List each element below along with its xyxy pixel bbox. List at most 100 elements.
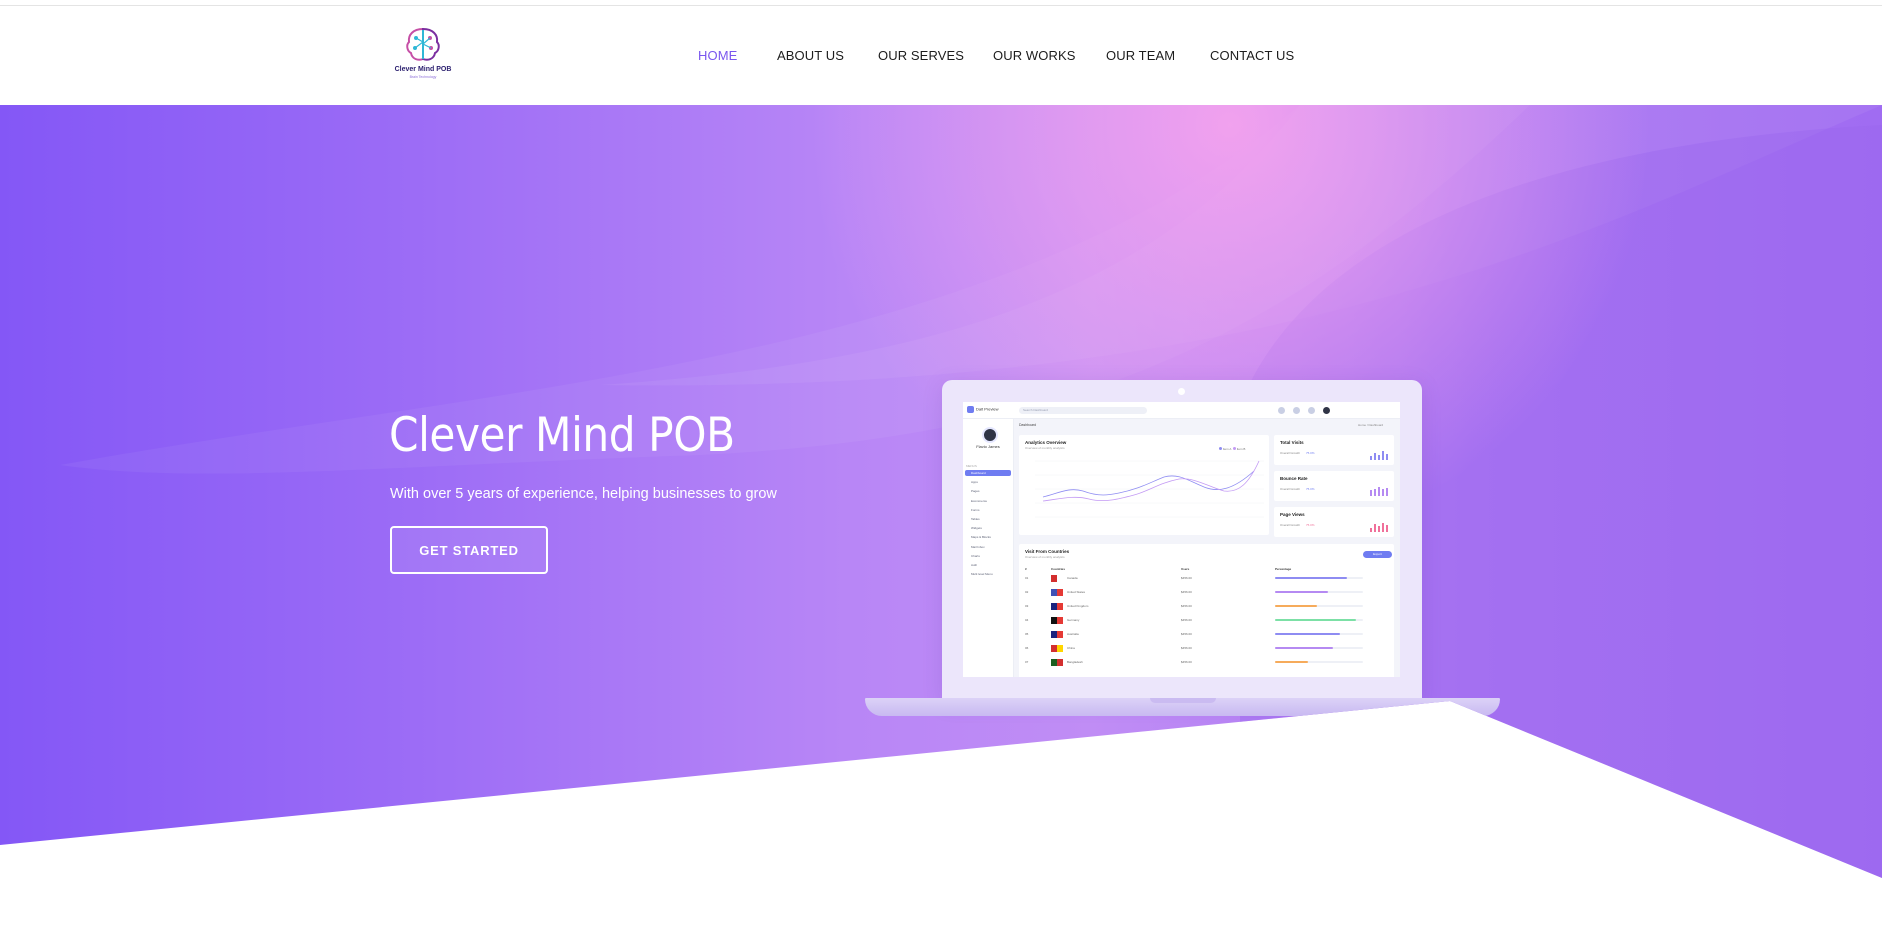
row-country: China (1067, 646, 1075, 650)
camera-icon (1178, 388, 1185, 395)
analytics-line-chart (1035, 460, 1264, 518)
dashboard-menu-item: Widgets (971, 526, 982, 531)
flag-icon (1051, 659, 1063, 666)
dashboard-menu-item: Ecommerce (971, 498, 988, 503)
dashboard-logo-icon (967, 406, 974, 413)
row-users: $456.00 (1181, 646, 1192, 650)
brain-logo-icon (406, 27, 440, 61)
row-progress-fill (1275, 661, 1309, 663)
dashboard-menu-item: Charts (971, 553, 980, 558)
dashboard-search: Search Dashboard (1019, 407, 1147, 414)
flag-icon (1051, 589, 1063, 596)
nav-our-team[interactable]: OUR TEAM (1106, 48, 1175, 63)
row-progress-fill (1275, 647, 1334, 649)
dashboard-topbar: Dalt Preview Search Dashboard (963, 402, 1400, 419)
flag-icon (1051, 617, 1063, 624)
nav-our-serves[interactable]: OUR SERVES (878, 48, 964, 63)
row-progress (1275, 619, 1363, 621)
dashboard-menu-item: Forms (971, 507, 980, 512)
analytics-subtitle: Overview of monthly analytics (1025, 446, 1065, 450)
row-users: $456.00 (1181, 618, 1192, 622)
dashboard-menu-item: Maps & Blocks (971, 535, 991, 540)
flag-icon (1051, 603, 1063, 610)
brand-tagline: Brain Technology (409, 75, 437, 79)
row-country: Canada (1067, 576, 1078, 580)
countries-subtitle: Overview of monthly analytics (1025, 555, 1065, 559)
bar-sparkline-icon (1370, 451, 1388, 460)
site-header: Clever Mind POB Brain Technology HOME AB… (0, 6, 1882, 105)
stat-card-visits: Total Visits Overall Growth 75.0% (1274, 435, 1394, 465)
analytics-card: Analytics Overview Overview of monthly a… (1019, 435, 1269, 535)
flag-icon (1051, 575, 1063, 582)
row-progress (1275, 647, 1363, 649)
brand-name: Clever Mind POB (394, 66, 452, 73)
message-icon (1293, 407, 1300, 414)
row-progress-fill (1275, 633, 1341, 635)
laptop-notch (1150, 698, 1216, 703)
user-avatar (982, 427, 998, 443)
dashboard-menu-item: Auth (971, 563, 978, 567)
dashboard-sidebar: Flavio James MENUS Dashboard Apps Pages Eco… (963, 419, 1014, 677)
nav-contact-us[interactable]: CONTACT US (1210, 48, 1294, 63)
dashboard-breadcrumb: Dashboard (1019, 423, 1037, 427)
row-number: 02 (1025, 590, 1029, 594)
row-progress (1275, 577, 1363, 579)
menu-label: MENUS (966, 464, 977, 468)
hero-title: Clever Mind POB (389, 408, 735, 463)
row-country: Australia (1067, 632, 1079, 636)
laptop-mockup: Dalt Preview Search Dashboard Flavio Jam… (865, 380, 1500, 720)
row-number: 03 (1025, 604, 1029, 608)
row-progress-fill (1275, 619, 1356, 621)
user-name: Flavio James (976, 444, 1000, 449)
cart-icon (1308, 407, 1315, 414)
row-number: 05 (1025, 632, 1029, 636)
bar-sparkline-icon (1370, 523, 1388, 532)
dashboard-brand: Dalt Preview (976, 406, 999, 412)
nav-home[interactable]: HOME (698, 48, 737, 63)
get-started-button[interactable]: GET STARTED (390, 526, 548, 574)
row-country: Germany (1067, 618, 1080, 622)
row-progress-fill (1275, 605, 1318, 607)
analytics-title: Analytics Overview (1025, 440, 1067, 445)
bell-icon (1278, 407, 1285, 414)
row-number: 01 (1025, 576, 1029, 580)
row-progress-fill (1275, 577, 1348, 579)
avatar-icon (1323, 407, 1330, 414)
row-country: Bangladesh (1067, 660, 1083, 664)
dashboard-breadcrumb-right: Home / Dashboard (1358, 423, 1384, 427)
row-number: 07 (1025, 660, 1029, 664)
legend-a: Item A (1222, 447, 1232, 451)
row-progress (1275, 591, 1363, 593)
hero-section: Clever Mind POB With over 5 years of exp… (0, 105, 1882, 878)
row-progress (1275, 633, 1363, 635)
legend-b: Item B (1236, 447, 1246, 451)
dashboard-menu-item: Mail Inbox (971, 544, 985, 549)
brand-logo[interactable]: Clever Mind POB Brain Technology (393, 26, 453, 82)
dashboard-menu-item: Dashboard (965, 470, 1011, 476)
hero-subtitle: With over 5 years of experience, helping… (390, 486, 777, 502)
row-progress-fill (1275, 591, 1328, 593)
laptop-lid: Dalt Preview Search Dashboard Flavio Jam… (942, 380, 1422, 700)
row-country: United Kingdom (1067, 604, 1089, 608)
row-users: $456.00 (1181, 590, 1192, 594)
stat-card-pageviews: Page Views Overall Growth 75.0% (1274, 507, 1394, 537)
export-button: Export (1363, 551, 1392, 558)
dashboard-menu-item: Multi level Menu (971, 572, 993, 577)
row-users: $456.00 (1181, 660, 1192, 664)
stat-card-bounce: Bounce Rate Overall Growth 75.0% (1274, 471, 1394, 501)
countries-card: Visit From Countries Overview of monthly… (1019, 544, 1394, 677)
bar-sparkline-icon (1370, 487, 1388, 496)
flag-icon (1051, 631, 1063, 638)
dashboard-menu-item: Apps (971, 480, 978, 485)
row-number: 06 (1025, 646, 1029, 650)
nav-about-us[interactable]: ABOUT US (777, 48, 844, 63)
countries-title: Visit From Countries (1025, 549, 1070, 554)
laptop-base (865, 698, 1500, 716)
dashboard-menu-item: Pages (971, 489, 980, 494)
row-country: United States (1067, 590, 1086, 594)
row-users: $456.00 (1181, 632, 1192, 636)
nav-our-works[interactable]: OUR WORKS (993, 48, 1076, 63)
row-users: $456.00 (1181, 604, 1192, 608)
row-progress (1275, 605, 1363, 607)
row-users: $456.00 (1181, 576, 1192, 580)
